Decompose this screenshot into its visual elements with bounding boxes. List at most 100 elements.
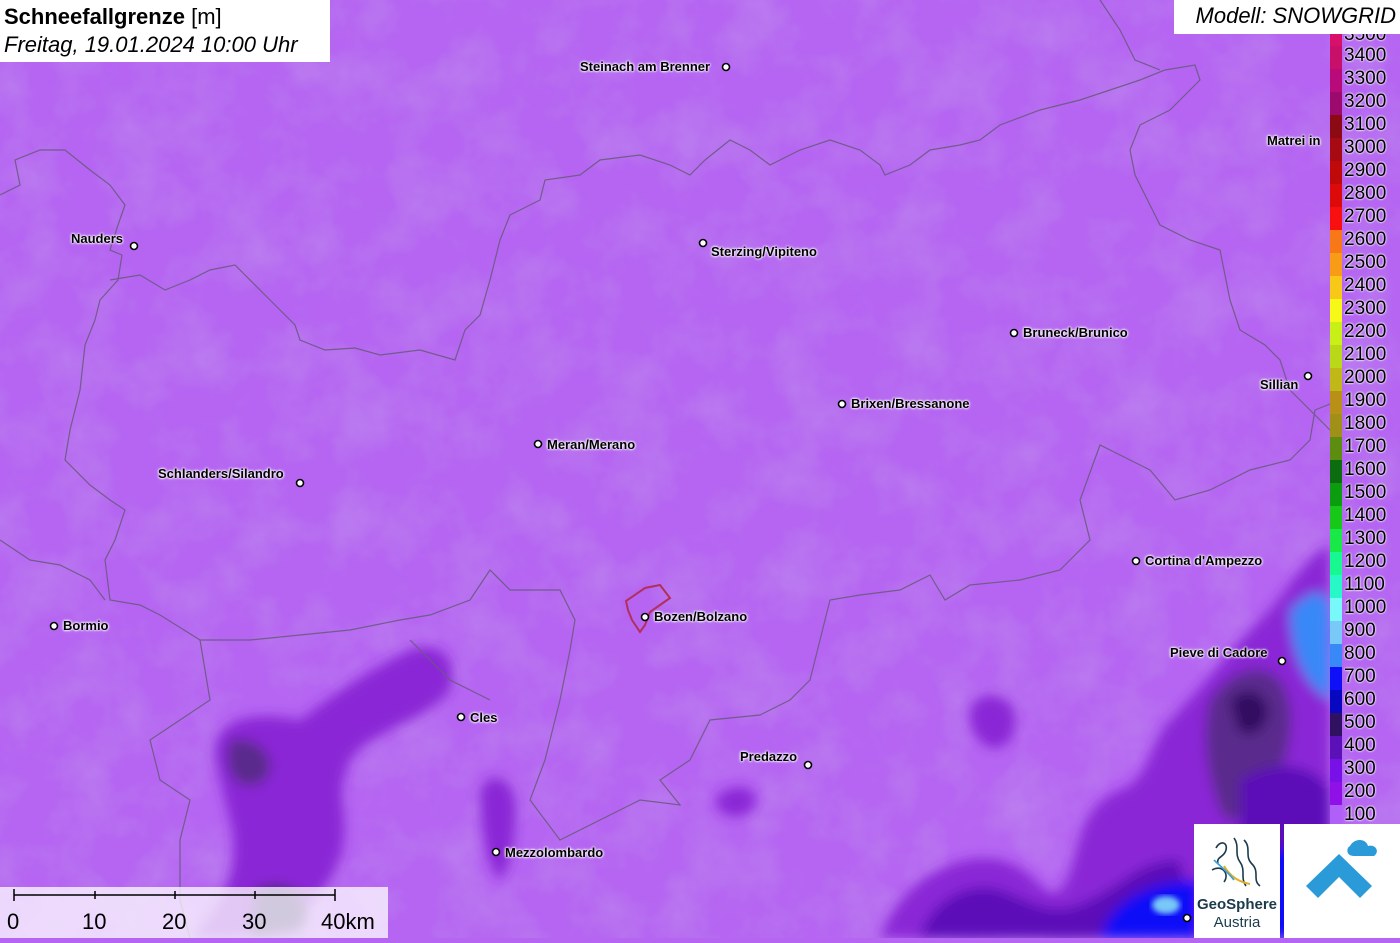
scale-label-40km: 40km [321,909,375,934]
legend-label: 500 [1344,712,1376,733]
city-dot [1131,556,1141,566]
city-label-schlanders: Schlanders/Silandro [158,466,284,481]
city-label-predazzo: Predazzo [740,749,798,764]
legend-swatch [1330,138,1342,161]
legend-swatch [1330,483,1342,506]
legend-label: 700 [1344,666,1376,687]
legend-label: 1400 [1344,505,1387,526]
city-label-bozen: Bozen/Bolzano [654,609,748,624]
legend-label: 1500 [1344,482,1387,503]
scale-bar: 0 10 20 30 40km [0,887,388,938]
city-label-steinach: Steinach am Brenner [580,59,711,74]
legend-swatch [1330,368,1342,391]
city-dot [640,612,650,622]
app-logo[interactable] [1284,824,1400,938]
legend-label: 1600 [1344,459,1387,480]
legend-swatch [1330,161,1342,184]
scale-label-0: 0 [7,909,20,934]
map-title: Schneefallgrenze [m] [4,3,326,31]
city-dot [129,241,139,251]
city-dot [1303,371,1313,381]
legend-label: 2900 [1344,160,1387,181]
legend-swatch [1330,253,1342,276]
legend-swatch [1330,46,1342,69]
scale-label-10: 10 [82,909,107,934]
city-label-cles: Cles [470,710,498,725]
legend-swatch [1330,115,1342,138]
city-label-sillian: Sillian [1260,377,1299,392]
legend-label: 2000 [1344,367,1387,388]
legend-label: 2200 [1344,321,1387,342]
legend-label: 300 [1344,758,1376,779]
legend-swatch [1330,759,1342,782]
city-dot [1009,328,1019,338]
legend-label: 2700 [1344,206,1387,227]
legend-label: 2400 [1344,275,1387,296]
legend-swatch [1330,460,1342,483]
legend-label: 2600 [1344,229,1387,250]
city-dot [1277,656,1287,666]
legend-swatch [1330,34,1342,46]
legend-label: 1000 [1344,597,1387,618]
city-label-mezzolombardo: Mezzolombardo [505,845,604,860]
geosphere-subname: Austria [1213,914,1261,931]
map-variable: Schneefallgrenze [4,4,185,29]
city-label-nauders: Nauders [71,231,124,246]
city-label-brixen: Brixen/Bressanone [851,396,970,411]
city-label-pieve: Pieve di Cadore [1170,645,1268,660]
legend-label: 2800 [1344,183,1387,204]
map-unit: [m] [191,4,222,29]
legend-swatch [1330,598,1342,621]
city-dot [803,760,813,770]
scale-label-20: 20 [162,909,187,934]
legend-swatch [1330,322,1342,345]
geosphere-logo[interactable]: GeoSphere Austria [1194,824,1280,938]
legend-label: 3200 [1344,91,1387,112]
legend-label: 2300 [1344,298,1387,319]
legend-label: 600 [1344,689,1376,710]
legend-label: 200 [1344,781,1376,802]
legend-swatch [1330,667,1342,690]
map-title-box: Schneefallgrenze [m] Freitag, 19.01.2024… [0,0,330,62]
city-label-bormio: Bormio [63,618,109,633]
legend-swatch [1330,506,1342,529]
geosphere-name: GeoSphere [1196,896,1278,913]
legend-swatch [1330,782,1342,805]
city-label-matrei: Matrei in [1267,133,1321,148]
city-dot [295,478,305,488]
legend-swatch [1330,713,1342,736]
legend-swatch [1330,391,1342,414]
geosphere-emblem-icon [1211,837,1261,887]
city-label-meran: Meran/Merano [547,437,636,452]
legend-label: 3100 [1344,114,1387,135]
legend-swatch [1330,552,1342,575]
legend-label: 1100 [1344,574,1385,595]
scale-label-30: 30 [242,909,267,934]
legend-label: 2500 [1344,252,1387,273]
legend-label: 100 [1344,804,1376,825]
city-label-bruneck: Bruneck/Brunico [1023,325,1128,340]
legend-label: 400 [1344,735,1376,756]
legend-swatch [1330,207,1342,230]
legend-label: 1700 [1344,436,1387,457]
legend-swatch [1330,299,1342,322]
legend-swatch [1330,276,1342,299]
legend-label: 3300 [1344,68,1387,89]
city-label-cortina: Cortina d'Ampezzo [1145,553,1263,568]
legend-swatch [1330,575,1342,598]
city-dot [533,439,543,449]
city-dot [49,621,59,631]
city-dot [721,62,731,72]
legend-label: 3000 [1344,137,1387,158]
city-dot [491,847,501,857]
legend-swatch [1330,736,1342,759]
legend-label: 1300 [1344,528,1387,549]
city-dot [698,238,708,248]
legend-swatch [1330,690,1342,713]
map-datetime: Freitag, 19.01.2024 10:00 Uhr [4,32,298,57]
lake-marker [1152,896,1180,914]
legend-swatch [1330,414,1342,437]
legend-swatch [1330,69,1342,92]
legend-swatch [1330,621,1342,644]
legend-swatch [1330,92,1342,115]
